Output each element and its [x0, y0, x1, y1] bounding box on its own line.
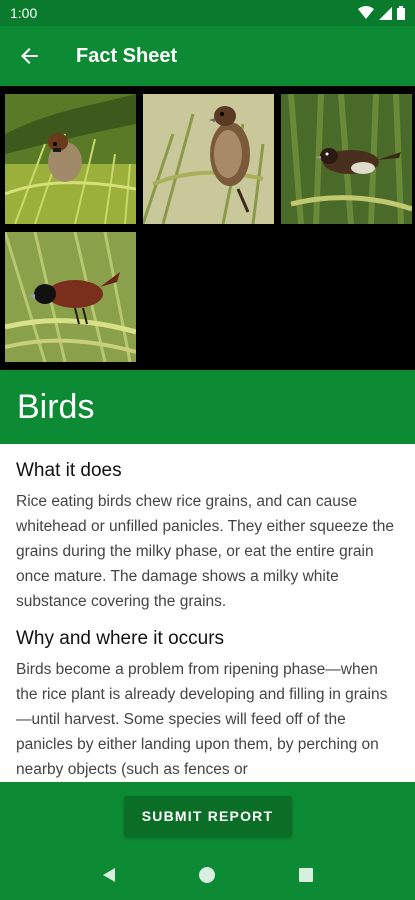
section-heading-what-it-does: What it does: [16, 460, 122, 481]
recents-square-icon: [298, 868, 313, 882]
home-circle-icon: [199, 867, 216, 883]
back-button[interactable]: [0, 26, 60, 86]
system-nav-bar: [0, 850, 415, 900]
back-triangle-icon: [103, 868, 116, 882]
gallery-image-munia-dark[interactable]: [281, 94, 412, 224]
title-band: Birds: [0, 370, 415, 444]
image-gallery: [0, 86, 415, 370]
status-icons: [358, 6, 405, 20]
signal-icon: [379, 6, 392, 20]
nav-home-button[interactable]: [192, 860, 222, 890]
battery-icon: [397, 6, 405, 20]
status-bar: 1:00: [0, 0, 415, 26]
bottom-bar: SUBMIT REPORT: [0, 782, 415, 850]
gallery-image-sparrow[interactable]: [5, 94, 136, 224]
submit-report-button[interactable]: SUBMIT REPORT: [123, 796, 292, 836]
section-body-what-it-does: Rice eating birds chew rice grains, and …: [16, 493, 394, 610]
nav-back-button[interactable]: [94, 860, 124, 890]
section-heading-why-where: Why and where it occurs: [16, 628, 225, 649]
app-bar: Fact Sheet: [0, 26, 415, 86]
wifi-icon: [358, 6, 374, 19]
gallery-image-chestnut-munia[interactable]: [5, 232, 136, 362]
nav-recents-button[interactable]: [291, 860, 321, 890]
gallery-image-munia-brown[interactable]: [143, 94, 274, 224]
section-body-why-where: Birds become a problem from ripening pha…: [16, 661, 388, 778]
status-time: 1:00: [10, 5, 38, 21]
arrow-left-icon: [21, 48, 38, 64]
fact-content: What it does Rice eating birds chew rice…: [0, 444, 415, 782]
app-title: Fact Sheet: [76, 44, 178, 67]
page-title: Birds: [17, 387, 95, 426]
